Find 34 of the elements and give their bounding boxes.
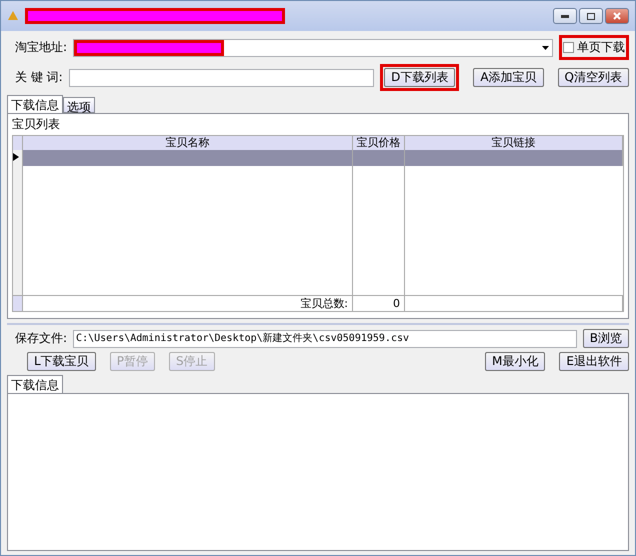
field-label: 保存文件:	[15, 330, 68, 347]
group-title: 宝贝列表	[12, 116, 61, 133]
total-label: 宝贝总数:	[23, 295, 353, 311]
minimize-icon	[561, 14, 569, 18]
app-icon	[7, 10, 19, 22]
close-button[interactable]	[605, 8, 629, 24]
action-button[interactable]: M最小化	[485, 352, 546, 371]
url-combobox[interactable]	[73, 38, 553, 56]
toolbar-button[interactable]: D下载列表	[384, 68, 456, 87]
file-path-field[interactable]: C:\Users\Administrator\Desktop\新建文件夹\csv05091959.csv	[73, 330, 577, 348]
minimize-button[interactable]	[553, 8, 577, 24]
browse-button[interactable]: B浏览	[582, 329, 629, 348]
total-count: 0	[353, 295, 405, 311]
action-button[interactable]: E退出软件	[559, 352, 629, 371]
field-label: 淘宝地址:	[15, 39, 68, 56]
tab[interactable]: 下载信息	[7, 375, 63, 393]
toolbar-button[interactable]: Q清空列表	[558, 68, 629, 87]
keyword-field[interactable]	[68, 68, 374, 86]
row-header-cell[interactable]	[13, 150, 23, 166]
dropdown-icon	[542, 46, 549, 50]
column-header[interactable]: 宝贝链接	[405, 136, 623, 150]
action-button[interactable]: L下载宝贝	[27, 352, 96, 371]
tab[interactable]: 选项	[63, 97, 95, 113]
checkbox-label: 单页下载	[577, 39, 625, 56]
maximize-icon	[587, 12, 595, 20]
close-icon	[613, 12, 621, 20]
maximize-button[interactable]	[579, 8, 603, 24]
column-header[interactable]: 宝贝价格	[353, 136, 405, 150]
row-pointer-icon	[13, 153, 19, 161]
column-header[interactable]: 宝贝名称	[23, 136, 353, 150]
checkbox[interactable]	[563, 42, 574, 53]
field-label: 关 键 词:	[15, 69, 63, 86]
tab[interactable]: 下载信息	[7, 95, 63, 113]
toolbar-button[interactable]: A添加宝贝	[473, 68, 544, 87]
